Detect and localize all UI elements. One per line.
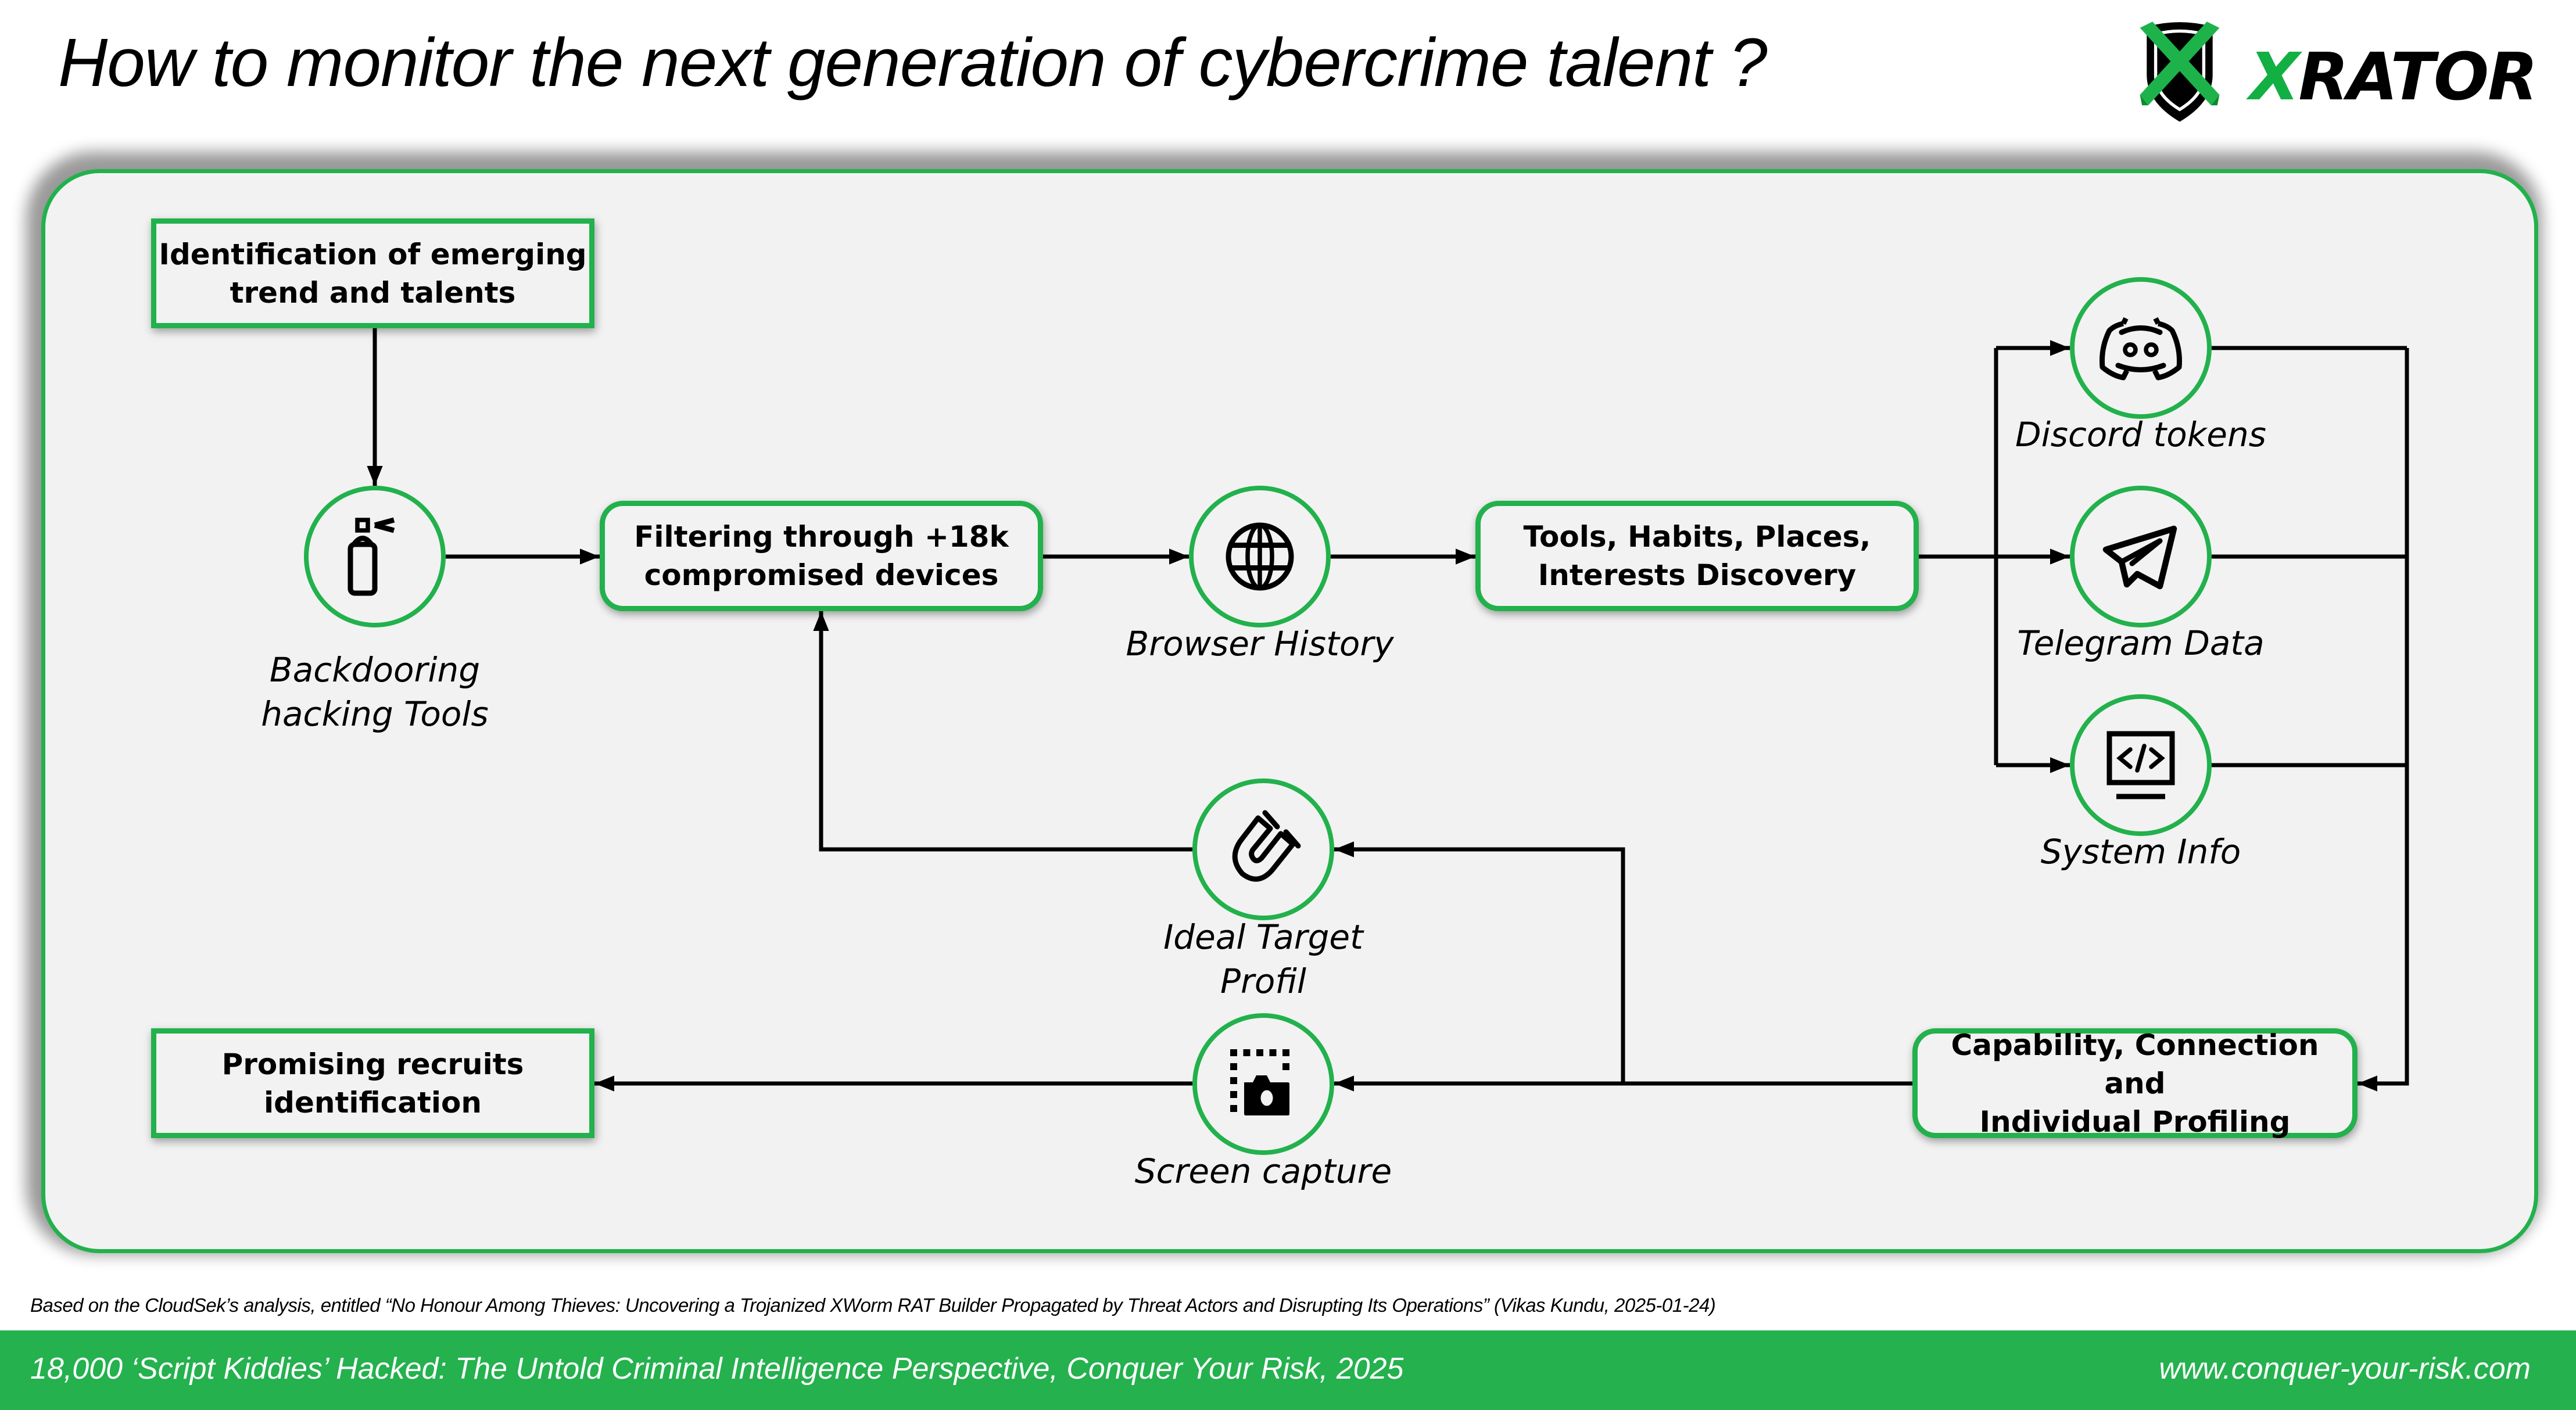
source-citation: Based on the CloudSek’s analysis, entitl… bbox=[30, 1294, 1716, 1316]
label-backdooring: Backdooring hacking Tools bbox=[261, 650, 489, 734]
label-screen-capture: Screen capture bbox=[1134, 1151, 1392, 1191]
magnet-icon bbox=[1232, 810, 1301, 882]
label-ideal-target: Ideal Target Profil bbox=[1163, 917, 1363, 1001]
box-tools-text: Tools, Habits, Places, Interests Discove… bbox=[1523, 520, 1871, 592]
node-system-info bbox=[2070, 694, 2212, 836]
code-monitor-icon bbox=[2106, 731, 2175, 799]
box-promising-recruits: Promising recruits identification bbox=[151, 1028, 594, 1138]
footer-bar: 18,000 ‘Script Kiddies’ Hacked: The Unto… bbox=[0, 1330, 2576, 1410]
node-telegram bbox=[2070, 486, 2212, 627]
node-screen-capture bbox=[1192, 1013, 1334, 1155]
box-filtering: Filtering through +18k compromised devic… bbox=[600, 501, 1043, 611]
xrator-logo: XRATOR bbox=[2127, 17, 2546, 122]
discord-icon bbox=[2100, 317, 2182, 381]
box-capability-text: Capability, Connection and Individual Pr… bbox=[1951, 1028, 2319, 1139]
box-capability-profiling: Capability, Connection and Individual Pr… bbox=[1912, 1028, 2358, 1139]
label-browser-history: Browser History bbox=[1126, 624, 1394, 663]
footer-website-link[interactable]: www.conquer-your-risk.com bbox=[2159, 1351, 2531, 1386]
shield-x-icon bbox=[2140, 21, 2220, 122]
globe-icon bbox=[1226, 522, 1294, 591]
node-discord bbox=[2070, 277, 2212, 419]
box-filtering-text: Filtering through +18k compromised devic… bbox=[634, 520, 1009, 592]
box-tools-discovery: Tools, Habits, Places, Interests Discove… bbox=[1475, 501, 1919, 611]
box-promising-text: Promising recruits identification bbox=[221, 1047, 524, 1120]
label-system-info: System Info bbox=[2040, 832, 2241, 871]
node-backdooring bbox=[304, 486, 446, 627]
node-ideal-target bbox=[1192, 778, 1334, 920]
box-identification: Identification of emerging trend and tal… bbox=[151, 218, 594, 328]
logo-wordmark: XRATOR bbox=[2249, 40, 2538, 115]
page-title: How to monitor the next generation of cy… bbox=[58, 24, 1767, 101]
label-telegram: Telegram Data bbox=[2017, 623, 2265, 663]
label-discord: Discord tokens bbox=[2015, 415, 2266, 454]
node-browser-history bbox=[1189, 486, 1331, 627]
screen-capture-icon bbox=[1230, 1049, 1289, 1115]
footer-report-title: 18,000 ‘Script Kiddies’ Hacked: The Unto… bbox=[30, 1352, 1404, 1386]
box-identification-text: Identification of emerging trend and tal… bbox=[159, 237, 587, 310]
telegram-icon bbox=[2102, 525, 2177, 590]
spray-can-icon bbox=[347, 517, 395, 596]
